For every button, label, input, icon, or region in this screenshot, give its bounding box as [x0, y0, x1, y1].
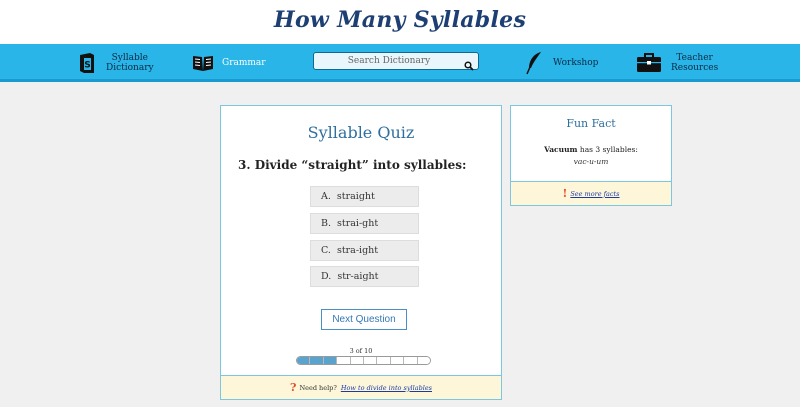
exclamation-icon: !	[562, 187, 568, 200]
site-logo[interactable]: How Many Syllables	[274, 7, 526, 33]
fact-word: Vacuum	[544, 145, 578, 154]
progress-segment	[390, 357, 405, 364]
nav-teacher-resources[interactable]: Teacher Resources	[635, 44, 718, 82]
fun-fact-card: Fun Fact Vacuum has 3 syllables: vac-u-u…	[510, 105, 672, 206]
question-mark-icon: ?	[289, 381, 297, 394]
search-box	[313, 52, 479, 71]
nav-syllable-dictionary[interactable]: S Syllable Dictionary	[76, 44, 154, 82]
next-question-button[interactable]: Next Question	[321, 309, 407, 330]
progress-label: 3 of 10	[349, 347, 373, 355]
nav-syllable-dictionary-label: Syllable Dictionary	[106, 53, 154, 73]
option-letter: D.	[321, 271, 332, 282]
svg-text:S: S	[84, 61, 90, 71]
magnifier-icon[interactable]	[464, 56, 474, 71]
progress-segment	[364, 357, 378, 364]
answer-option-a[interactable]: A. straight	[310, 186, 419, 207]
see-more-facts-link[interactable]: See more facts	[570, 190, 619, 198]
fun-fact-title: Fun Fact	[566, 117, 616, 130]
progress-segment	[310, 357, 324, 364]
option-text: strai-ght	[337, 218, 379, 229]
option-letter: B.	[321, 218, 332, 229]
quiz-title: Syllable Quiz	[307, 123, 415, 142]
option-text: str-aight	[337, 271, 379, 282]
help-link[interactable]: How to divide into syllables	[341, 384, 432, 392]
fun-fact-text: Vacuum has 3 syllables:	[511, 145, 671, 154]
progress-segment	[377, 357, 391, 364]
progress-segment	[297, 357, 311, 364]
answer-option-c[interactable]: C. stra-ight	[310, 240, 419, 261]
progress-segment	[404, 357, 418, 364]
fact-description: has 3 syllables:	[579, 145, 638, 154]
progress-segment	[417, 357, 430, 364]
progress-segment	[350, 357, 365, 364]
nav-grammar[interactable]: Grammar	[192, 44, 266, 82]
quiz-card: Syllable Quiz 3. Divide “straight” into …	[220, 105, 502, 400]
header: How Many Syllables	[0, 0, 800, 44]
help-text: Need help?	[299, 383, 337, 392]
option-letter: A.	[321, 191, 331, 202]
progress-bar	[296, 356, 431, 365]
briefcase-icon	[635, 52, 663, 74]
nav-workshop[interactable]: Workshop	[523, 44, 598, 82]
dictionary-book-icon: S	[76, 52, 98, 74]
open-book-icon	[192, 52, 214, 74]
answer-option-b[interactable]: B. strai-ght	[310, 213, 419, 234]
nav-workshop-label: Workshop	[553, 58, 599, 68]
option-letter: C.	[321, 245, 331, 256]
quiz-help-footer: ? Need help? How to divide into syllable…	[221, 375, 501, 399]
search-input[interactable]	[320, 54, 458, 68]
quill-icon	[523, 52, 545, 75]
progress-segment	[337, 357, 351, 364]
progress-segment	[323, 357, 338, 364]
quiz-question: 3. Divide “straight” into syllables:	[238, 158, 467, 172]
option-text: stra-ight	[336, 245, 379, 256]
answer-option-d[interactable]: D. str-aight	[310, 266, 419, 287]
nav-grammar-label: Grammar	[222, 58, 266, 68]
fun-fact-footer: ! See more facts	[511, 181, 671, 205]
option-text: straight	[336, 191, 375, 202]
nav-teacher-resources-label: Teacher Resources	[671, 53, 719, 73]
fact-syllables: vac-u-um	[573, 157, 609, 166]
